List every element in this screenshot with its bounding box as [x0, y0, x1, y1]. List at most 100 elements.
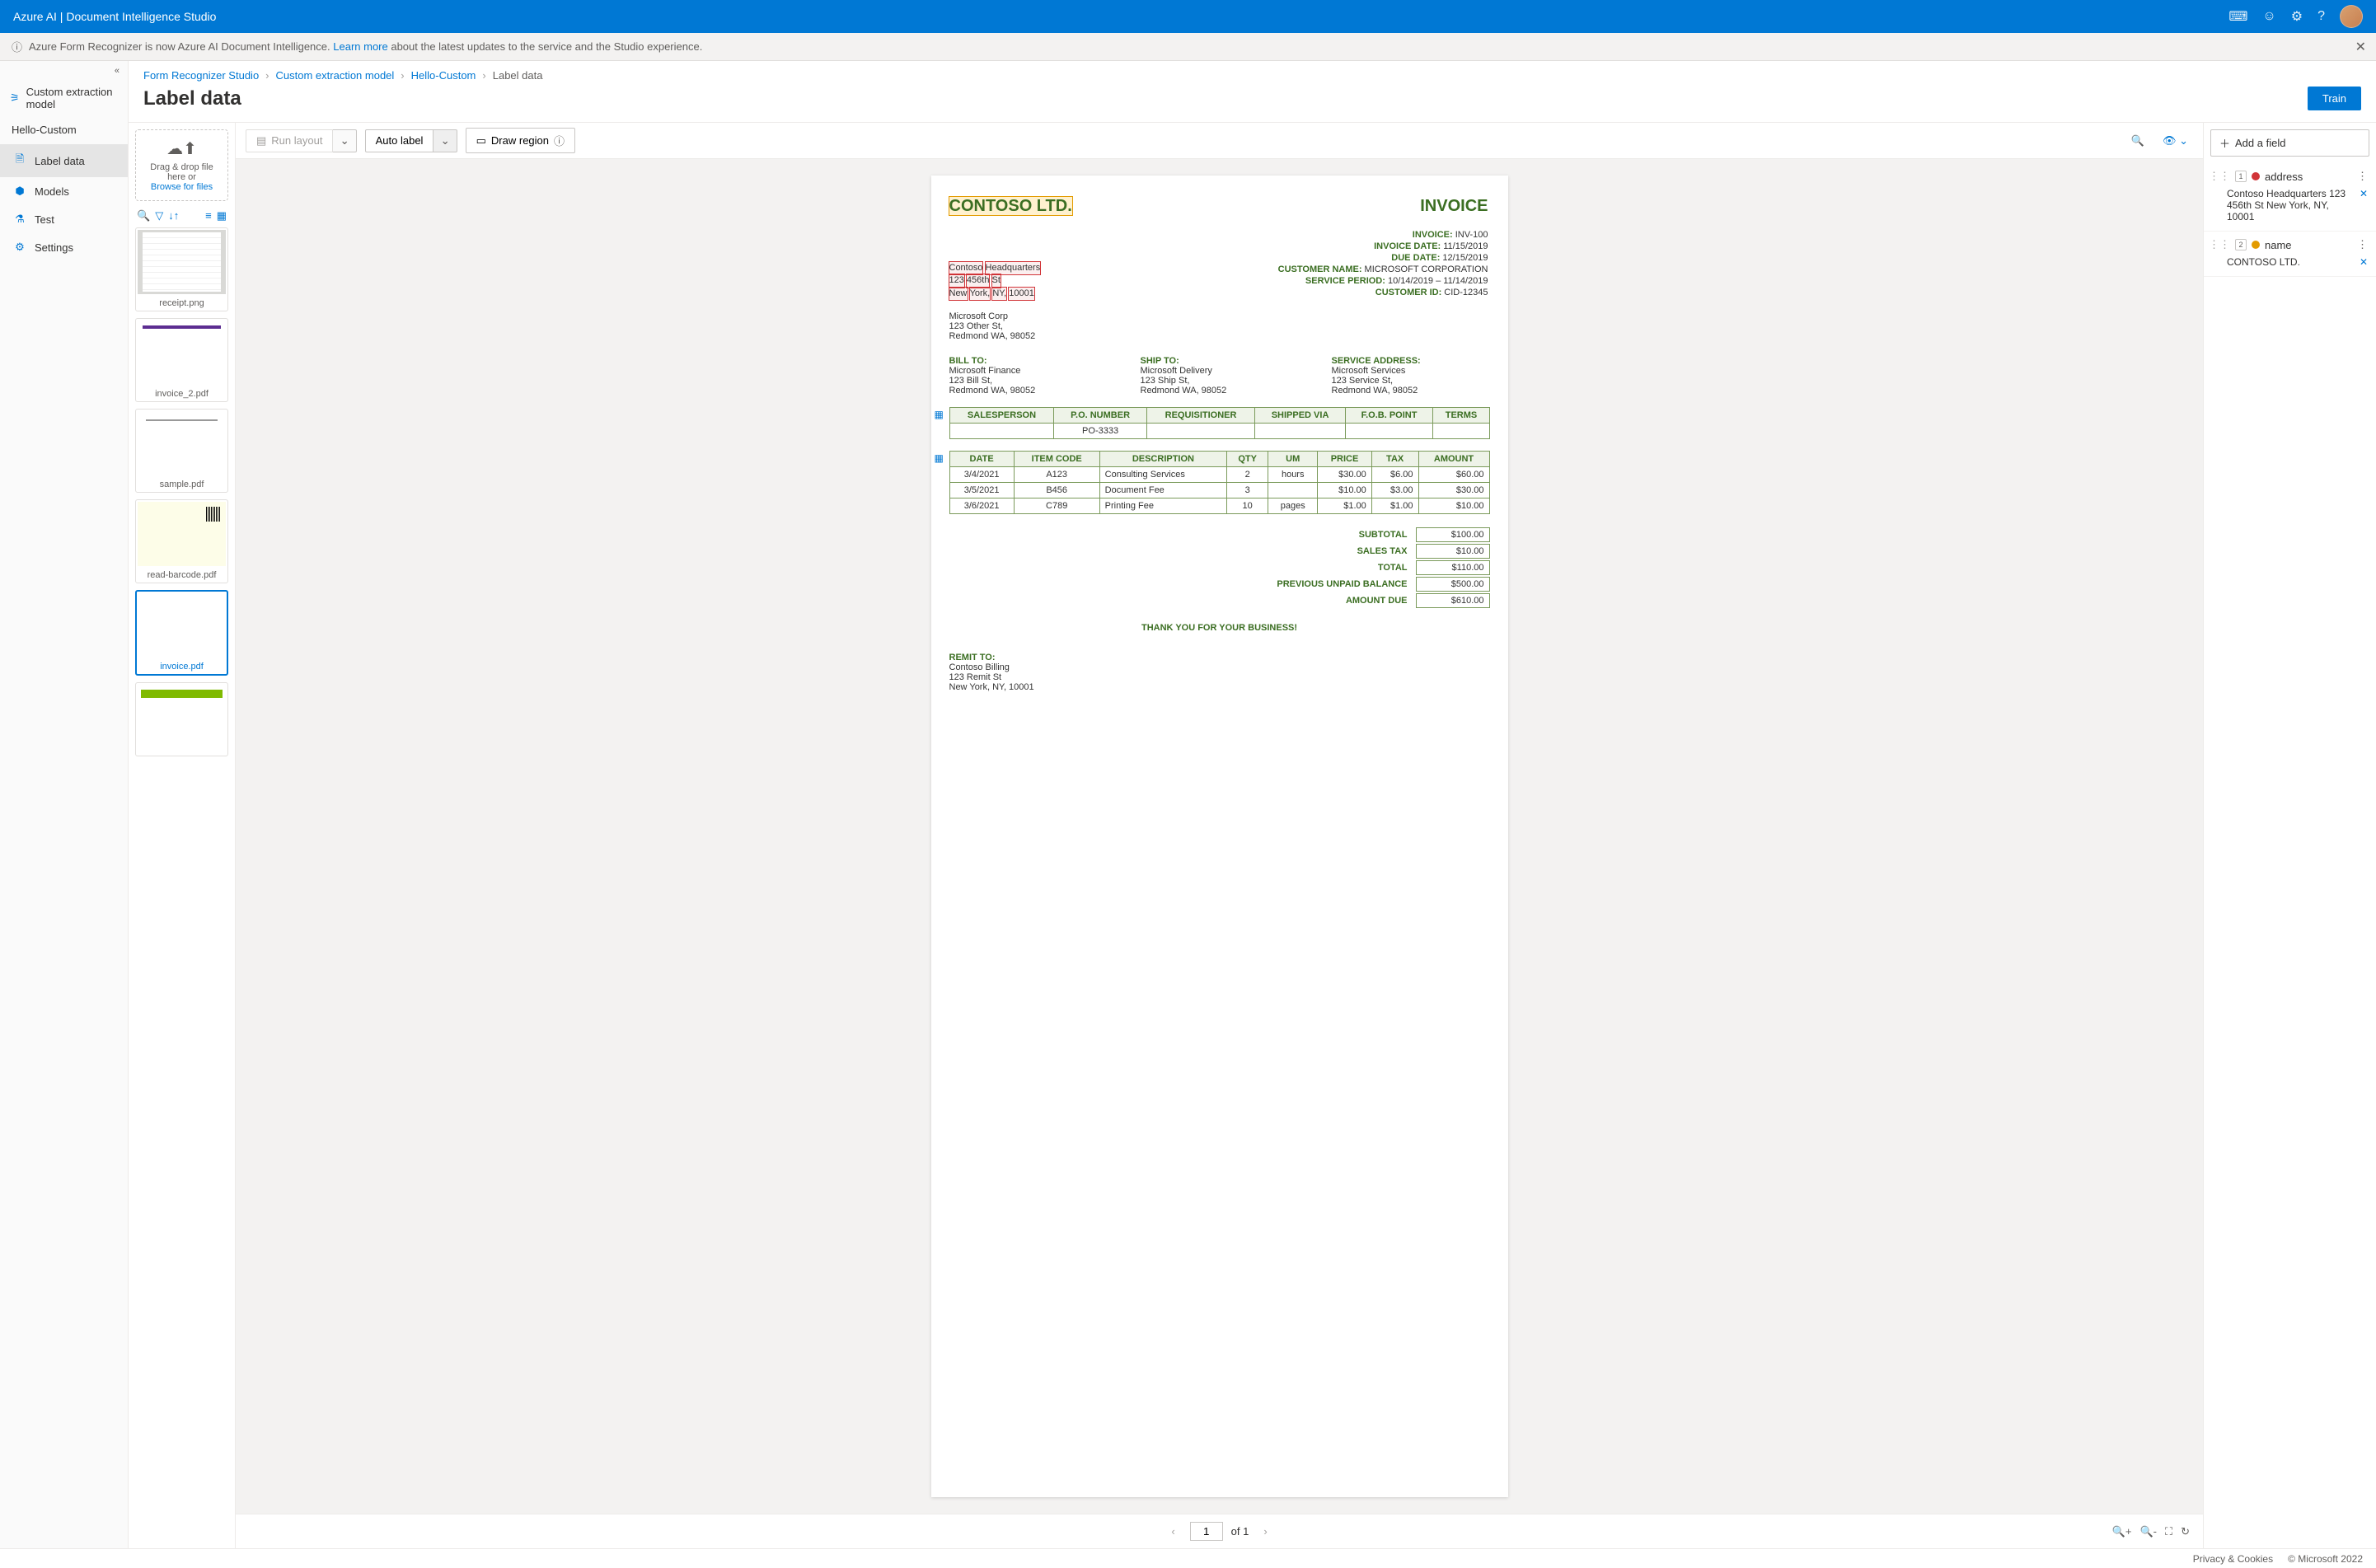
thumbnail-label: receipt.png — [136, 296, 227, 311]
prev-page-button[interactable]: ‹ — [1165, 1522, 1181, 1541]
page-number-input[interactable] — [1190, 1522, 1223, 1541]
grid-view-icon[interactable]: ▦ — [217, 209, 227, 222]
breadcrumb-item[interactable]: Form Recognizer Studio — [143, 69, 259, 82]
plus-icon: ＋ — [2219, 135, 2230, 151]
close-icon[interactable]: ✕ — [2355, 39, 2366, 55]
nav-label: Test — [35, 213, 54, 226]
field-color-dot — [2252, 241, 2260, 249]
page-total: of 1 — [1231, 1525, 1249, 1538]
fit-icon[interactable]: ⛶ — [2165, 1525, 2172, 1538]
breadcrumb-item: Label data — [493, 69, 543, 82]
thumbnail-preview — [138, 230, 226, 294]
zoom-in-icon[interactable]: 🔍+ — [2112, 1525, 2132, 1538]
list-view-icon[interactable]: ≡ — [205, 209, 212, 222]
ship-to-block: SHIP TO:Microsoft Delivery123 Ship St,Re… — [1141, 356, 1299, 396]
search-icon[interactable]: 🔍 — [2126, 131, 2149, 151]
project-name[interactable]: Hello-Custom — [0, 115, 128, 144]
zoom-out-icon[interactable]: 🔍- — [2139, 1525, 2157, 1538]
run-layout-button: ▤Run layout — [246, 129, 333, 152]
service-address-block: SERVICE ADDRESS:Microsoft Services123 Se… — [1332, 356, 1490, 396]
scan-icon: ▤ — [256, 134, 266, 147]
privacy-link[interactable]: Privacy & Cookies — [2193, 1553, 2273, 1565]
thumbnails-list: ✓receipt.png✓invoice_2.pdf✓sample.pdf✓re… — [129, 227, 235, 1548]
table-icon[interactable]: ▦ — [935, 409, 944, 420]
help-icon[interactable]: ? — [2317, 9, 2325, 24]
line-items-table: DATEITEM CODEDESCRIPTIONQTYUMPRICETAXAMO… — [949, 451, 1490, 514]
feedback-icon[interactable]: ☺ — [2262, 9, 2275, 24]
settings-icon[interactable]: ⚙ — [2291, 8, 2303, 25]
more-icon[interactable]: ⋮ — [2357, 170, 2368, 183]
drag-handle-icon[interactable]: ⋮⋮ — [2209, 170, 2230, 183]
visibility-icon[interactable]: 👁 ⌄ — [2158, 131, 2193, 151]
field-address[interactable]: ⋮⋮ 1 address ⋮ Contoso Headquarters 123 456t… — [2204, 163, 2376, 232]
region-icon: ▭ — [476, 134, 486, 147]
user-avatar[interactable] — [2340, 5, 2363, 28]
nav-label: Models — [35, 185, 69, 198]
thumbnails-panel: ☁⬆ Drag & drop file here or Browse for f… — [129, 123, 236, 1548]
rotate-icon[interactable]: ↻ — [2181, 1525, 2190, 1538]
thumbnail-tools: 🔍 ▽ ↓↑ ≡ ▦ — [129, 208, 235, 227]
thumbnail[interactable]: ✓ — [135, 682, 228, 756]
learn-more-link[interactable]: Learn more — [333, 40, 387, 53]
field-index: 1 — [2235, 171, 2247, 182]
table-icon[interactable]: ▦ — [935, 452, 944, 464]
doc-invoice-heading: INVOICE — [1420, 197, 1488, 216]
browse-files-link[interactable]: Browse for files — [151, 182, 213, 192]
dropzone-text: Drag & drop file here or — [141, 162, 223, 182]
thumbnail-preview — [138, 321, 226, 385]
header-actions: ⌨ ☺ ⚙ ? — [2228, 5, 2363, 28]
thumbnail[interactable]: ✓invoice.pdf — [135, 590, 228, 676]
nav-icon: 🗎 — [13, 152, 26, 170]
thumbnail[interactable]: ✓sample.pdf — [135, 409, 228, 493]
thumbnail[interactable]: ✓receipt.png — [135, 227, 228, 311]
sort-icon[interactable]: ↓↑ — [168, 209, 179, 222]
thumbnail[interactable]: ✓invoice_2.pdf — [135, 318, 228, 402]
breadcrumb-item[interactable]: Custom extraction model — [276, 69, 395, 82]
filter-icon[interactable]: ▽ — [155, 209, 163, 222]
copyright-text: © Microsoft 2022 — [2288, 1553, 2363, 1565]
file-dropzone[interactable]: ☁⬆ Drag & drop file here or Browse for f… — [135, 129, 228, 201]
draw-region-button[interactable]: ▭Draw region ⓘ — [466, 128, 575, 153]
notification-bar: ⓘ Azure Form Recognizer is now Azure AI … — [0, 33, 2376, 61]
bill-to-block: BILL TO:Microsoft Finance123 Bill St,Red… — [949, 356, 1108, 396]
collapse-nav-icon[interactable]: « — [0, 61, 128, 81]
field-name[interactable]: ⋮⋮2name⋮CONTOSO LTD.✕ — [2204, 232, 2376, 277]
nav-item-models[interactable]: ⬢ Models — [0, 177, 128, 205]
remit-to-block: REMIT TO:Contoso Billing123 Remit StNew … — [949, 653, 1490, 692]
field-value: CONTOSO LTD. — [2227, 256, 2300, 268]
thumbnail-label: read-barcode.pdf — [136, 568, 227, 583]
app-header: Azure AI | Document Intelligence Studio … — [0, 0, 2376, 33]
doc-company-name[interactable]: CONTOSO LTD. — [949, 197, 1072, 215]
nav-item-label-data[interactable]: 🗎 Label data — [0, 144, 128, 177]
next-page-button[interactable]: › — [1257, 1522, 1273, 1541]
train-button[interactable]: Train — [2308, 87, 2361, 110]
more-icon[interactable]: ⋮ — [2357, 238, 2368, 251]
thumbnail-preview — [138, 411, 226, 475]
thumbnail[interactable]: ✓read-barcode.pdf — [135, 499, 228, 583]
remove-value-icon[interactable]: ✕ — [2353, 256, 2368, 268]
add-field-button[interactable]: ＋Add a field — [2210, 129, 2369, 157]
breadcrumb-item[interactable]: Hello-Custom — [411, 69, 476, 82]
nav-icon: ⬢ — [13, 185, 26, 198]
canvas-footer: ‹ of 1 › 🔍+ 🔍- ⛶ ↻ — [236, 1514, 2203, 1548]
keyboard-icon[interactable]: ⌨ — [2228, 8, 2247, 25]
remove-value-icon[interactable]: ✕ — [2353, 188, 2368, 199]
auto-label-chevron[interactable]: ⌄ — [433, 129, 457, 152]
drag-handle-icon[interactable]: ⋮⋮ — [2209, 238, 2230, 251]
thumbnail-preview — [138, 502, 226, 566]
invoice-metadata: INVOICE: INV-100INVOICE DATE: 11/15/2019… — [1278, 230, 1488, 299]
thumbnail-label: invoice.pdf — [137, 659, 227, 674]
field-name: address — [2265, 171, 2303, 183]
auto-label-button[interactable]: Auto label — [365, 129, 434, 152]
run-layout-chevron: ⌄ — [333, 129, 356, 152]
nav-item-settings[interactable]: ⚙Settings — [0, 233, 128, 261]
nav-item-test[interactable]: ⚗Test — [0, 205, 128, 233]
document-page[interactable]: CONTOSO LTD. INVOICE INVOICE: INV-100INV… — [931, 176, 1508, 1497]
document-canvas-area: ▤Run layout ⌄ Auto label ⌄ ▭Draw region … — [236, 123, 2203, 1548]
thank-you-text: THANK YOU FOR YOUR BUSINESS! — [949, 623, 1490, 633]
model-type-selector[interactable]: ⚞ Custom extraction model — [0, 81, 128, 115]
thumbnail-preview — [138, 593, 225, 658]
nav-label: Label data — [35, 155, 85, 167]
field-value: Contoso Headquarters 123 456th St New Yo… — [2227, 188, 2353, 222]
search-icon[interactable]: 🔍 — [137, 209, 150, 222]
